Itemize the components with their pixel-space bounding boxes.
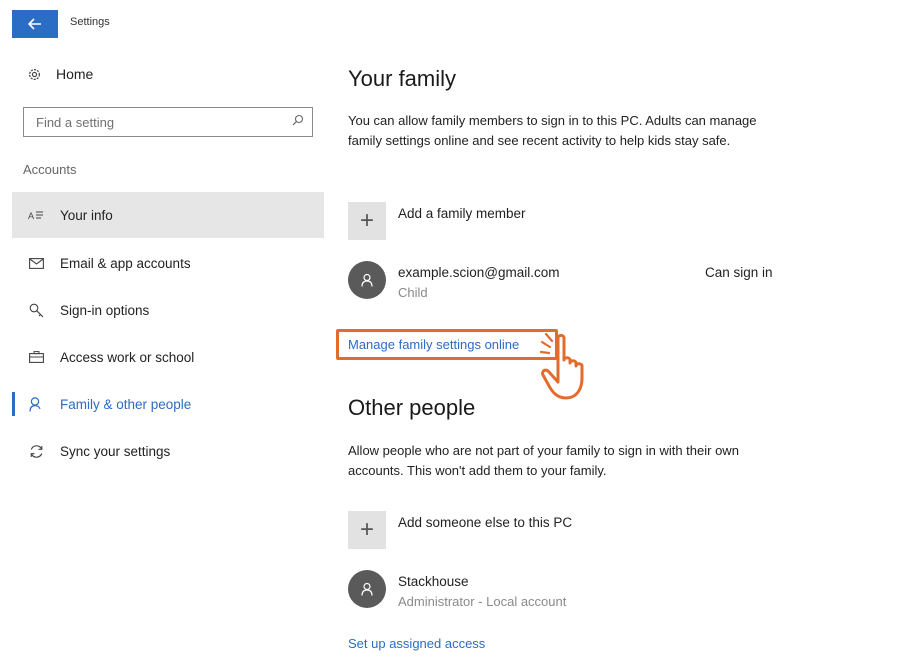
sidebar-item-label: Your info (60, 207, 113, 223)
avatar (348, 570, 386, 608)
sidebar-item-your-info[interactable]: A Your info (12, 192, 324, 238)
set-up-assigned-access-link[interactable]: Set up assigned access (348, 636, 485, 651)
avatar (348, 261, 386, 299)
person-card-icon: A (26, 209, 46, 221)
back-button[interactable] (12, 10, 58, 38)
briefcase-icon (26, 351, 46, 363)
svg-text:A: A (28, 211, 34, 221)
plus-icon: + (348, 202, 386, 240)
add-family-member-label: Add a family member (398, 206, 526, 221)
other-person-row[interactable]: Stackhouse Administrator - Local account (348, 570, 788, 618)
sidebar-item-sign-in-options[interactable]: Sign-in options (12, 287, 324, 333)
other-person-name: Stackhouse (398, 574, 469, 589)
window-title: Settings (70, 16, 110, 28)
sync-icon (26, 444, 46, 459)
add-family-member-button[interactable]: + Add a family member (348, 202, 526, 240)
sidebar-item-family-other-people[interactable]: Family & other people (12, 381, 324, 427)
add-someone-else-label: Add someone else to this PC (398, 515, 573, 530)
sidebar-item-label: Sync your settings (60, 443, 171, 459)
sidebar-item-label: Family & other people (60, 396, 192, 412)
search-input[interactable] (34, 113, 292, 131)
highlight-box (336, 329, 558, 360)
your-family-heading: Your family (348, 66, 457, 91)
search-box[interactable] (23, 107, 313, 137)
add-someone-else-button[interactable]: + Add someone else to this PC (348, 511, 572, 549)
sidebar-item-email-accounts[interactable]: Email & app accounts (12, 240, 324, 286)
pointing-hand-icon (540, 332, 584, 400)
mail-icon (26, 257, 46, 269)
home-label: Home (56, 66, 94, 82)
sidebar-item-label: Access work or school (60, 349, 195, 365)
other-people-description: Allow people who are not part of your fa… (348, 443, 739, 478)
home-nav-item[interactable]: Home (24, 66, 93, 82)
family-member-status: Can sign in (705, 265, 773, 280)
arrow-left-icon (28, 18, 41, 30)
plus-icon: + (348, 511, 386, 549)
selection-indicator (12, 392, 15, 416)
family-member-email: example.scion@gmail.com (398, 265, 560, 280)
sidebar-item-label: Sign-in options (60, 302, 150, 318)
gear-icon (24, 67, 44, 82)
your-family-description: You can allow family members to sign in … (348, 113, 757, 148)
family-member-row[interactable]: example.scion@gmail.com Child Can sign i… (348, 261, 788, 309)
other-people-heading: Other people (348, 395, 476, 420)
family-member-role: Child (398, 285, 428, 300)
accounts-section-label: Accounts (23, 162, 77, 177)
sidebar-item-label: Email & app accounts (60, 255, 191, 271)
sidebar-item-sync-settings[interactable]: Sync your settings (12, 428, 324, 474)
person-icon (26, 396, 46, 412)
sidebar-item-work-school[interactable]: Access work or school (12, 334, 324, 380)
person-icon (361, 582, 373, 596)
key-icon (26, 303, 46, 318)
search-icon[interactable] (292, 113, 304, 131)
other-person-role: Administrator - Local account (398, 594, 567, 609)
person-icon (361, 273, 373, 287)
